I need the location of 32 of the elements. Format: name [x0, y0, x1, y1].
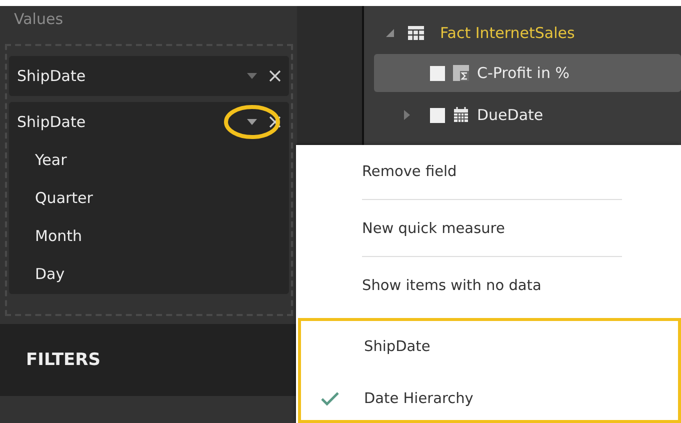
- caret-icon[interactable]: [247, 119, 257, 125]
- field-row[interactable]: DueDate: [374, 96, 681, 134]
- expand-arrow-icon[interactable]: [404, 110, 410, 120]
- menu-item[interactable]: Show items with no data: [296, 273, 681, 299]
- section-title: FILTERS: [26, 350, 100, 370]
- field-row[interactable]: C-Profit in %: [374, 54, 681, 92]
- expand-triangle-icon[interactable]: [386, 29, 394, 37]
- caret-icon[interactable]: [247, 73, 257, 79]
- menu-item[interactable]: New quick measure: [296, 216, 681, 242]
- calculator-icon: [453, 65, 469, 81]
- close-icon[interactable]: [269, 116, 281, 128]
- checkbox[interactable]: [430, 66, 445, 80]
- hierarchy-level[interactable]: Quarter: [17, 169, 281, 207]
- menu-option[interactable]: ShipDate: [301, 333, 678, 361]
- field-name: ShipDate: [17, 67, 86, 85]
- field-name: ShipDate: [17, 113, 86, 131]
- hierarchy-level[interactable]: Year: [17, 131, 281, 169]
- menu-option[interactable]: Date Hierarchy: [301, 385, 678, 413]
- field-card[interactable]: ShipDate: [9, 56, 289, 96]
- field-name: DueDate: [477, 106, 544, 124]
- calendar-icon: [453, 107, 469, 123]
- field-card[interactable]: ShipDate Year Quarter Month Day: [9, 102, 289, 294]
- checkbox[interactable]: [430, 108, 445, 122]
- menu-item[interactable]: Remove field: [296, 159, 681, 185]
- hierarchy-level[interactable]: Day: [17, 245, 281, 283]
- close-icon[interactable]: [269, 70, 281, 82]
- highlight-ellipse: [223, 104, 281, 140]
- field-name: C-Profit in %: [477, 64, 570, 82]
- section-title: Values: [13, 9, 64, 30]
- table-name[interactable]: Fact InternetSales: [440, 24, 575, 42]
- table-icon: [408, 26, 424, 40]
- hierarchy-level[interactable]: Month: [17, 207, 281, 245]
